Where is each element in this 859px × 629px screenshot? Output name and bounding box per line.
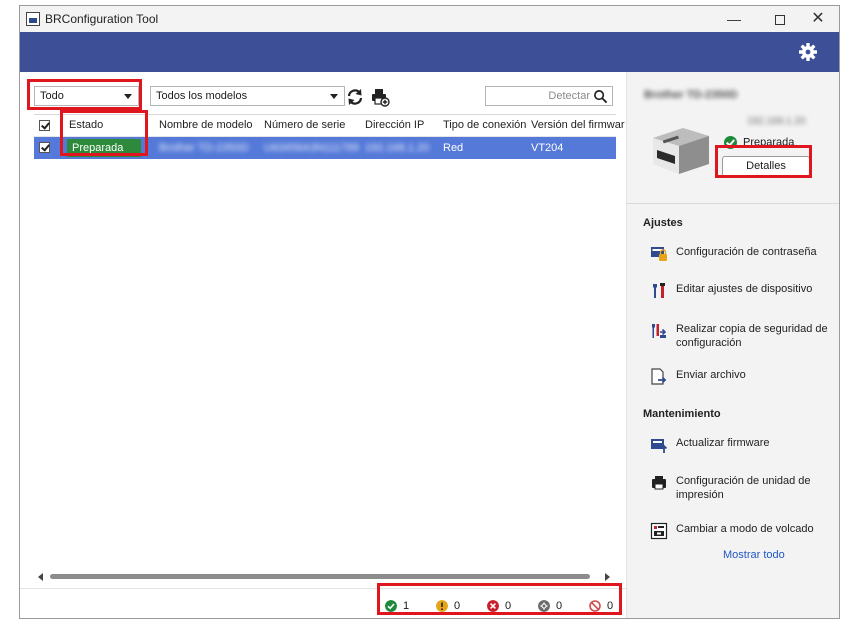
cell-serial: U63456A3N111789 xyxy=(264,142,360,154)
maintenance-section-title: Mantenimiento xyxy=(643,408,721,420)
dump-mode-icon xyxy=(650,522,668,540)
search-icon[interactable] xyxy=(593,89,608,104)
column-header-model[interactable]: Nombre de modelo xyxy=(159,119,253,131)
printer-image xyxy=(653,128,709,174)
add-printer-icon[interactable] xyxy=(370,87,390,107)
column-header-ip[interactable]: Dirección IP xyxy=(365,119,424,131)
cell-connection: Red xyxy=(443,142,464,154)
row-checkbox[interactable] xyxy=(39,142,50,153)
action-label: Cambiar a modo de volcado xyxy=(676,523,814,535)
device-ip: 192.168.1.20 xyxy=(747,116,806,127)
app-window: BRConfiguration Tool — ✕ Todo Todos los … xyxy=(19,5,840,619)
model-filter-value: Todos los modelos xyxy=(156,90,248,102)
close-button[interactable]: ✕ xyxy=(795,6,839,32)
action-label: Configuración de contraseña xyxy=(676,246,817,258)
window-title: BRConfiguration Tool xyxy=(45,12,159,26)
maximize-icon xyxy=(775,15,785,26)
scroll-left-icon[interactable] xyxy=(38,573,43,581)
action-label: Actualizar firmware xyxy=(676,437,770,449)
action-label: Editar ajustes de dispositivo xyxy=(676,283,813,295)
scroll-right-icon[interactable] xyxy=(605,573,610,581)
highlight-box-details xyxy=(715,145,812,178)
title-bar: BRConfiguration Tool — ✕ xyxy=(20,6,839,32)
column-header-serial[interactable]: Número de serie xyxy=(264,119,345,131)
scrollbar-thumb[interactable] xyxy=(50,574,590,579)
horizontal-scrollbar[interactable] xyxy=(34,570,616,582)
device-name: Brother TD-2350D xyxy=(644,89,738,101)
search-input[interactable] xyxy=(490,88,590,104)
app-header-bar xyxy=(20,32,839,72)
settings-section-title: Ajustes xyxy=(643,217,683,229)
backup-icon xyxy=(652,324,667,338)
refresh-icon[interactable] xyxy=(345,87,365,107)
model-filter-select[interactable]: Todos los modelos xyxy=(150,86,345,106)
column-header-firmware[interactable]: Versión del firmwar xyxy=(531,119,625,131)
action-label: Configuración de unidad de impresión xyxy=(676,475,811,501)
column-header-connection[interactable]: Tipo de conexión xyxy=(443,119,526,131)
settings-gear-icon[interactable] xyxy=(798,42,818,62)
action-label: Enviar archivo xyxy=(676,369,746,381)
minimize-button[interactable]: — xyxy=(711,6,757,32)
highlight-box-filter xyxy=(27,79,142,110)
tools-icon xyxy=(653,283,665,298)
chevron-down-icon xyxy=(330,94,338,99)
device-table: Estado Nombre de modelo Número de serie … xyxy=(34,114,625,584)
search-box xyxy=(485,86,613,106)
action-label: Realizar copia de seguridad de configura… xyxy=(676,323,828,349)
password-lock-icon xyxy=(651,247,667,261)
divider xyxy=(627,203,839,204)
app-logo-icon xyxy=(26,12,40,26)
select-all-checkbox[interactable] xyxy=(39,120,50,131)
cell-model: Brother TD-2350D xyxy=(159,142,249,154)
firmware-update-icon xyxy=(651,439,668,453)
highlight-box-status-column xyxy=(60,110,148,156)
cell-firmware: VT204 xyxy=(531,142,564,154)
send-file-icon xyxy=(651,368,667,385)
highlight-box-status-summary xyxy=(377,583,622,615)
print-unit-icon xyxy=(652,476,666,490)
cell-ip: 192.168.1.20 xyxy=(365,142,430,154)
show-all-link[interactable]: Mostrar todo xyxy=(723,549,785,561)
